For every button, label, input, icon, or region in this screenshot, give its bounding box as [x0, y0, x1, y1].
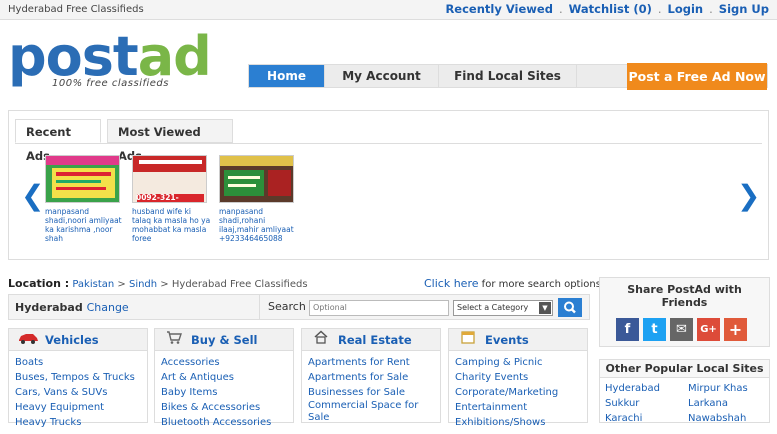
- chevron-down-icon: ▼: [539, 302, 551, 314]
- car-icon: [17, 329, 39, 351]
- share-more-icon[interactable]: +: [724, 318, 747, 341]
- category-vehicles: Vehicles Boats Buses, Tempos & Trucks Ca…: [8, 328, 148, 428]
- tab-recent-ads[interactable]: Recent Ads: [15, 119, 101, 163]
- category-real-estate: Real Estate Apartments for Rent Apartmen…: [301, 328, 441, 423]
- share-box: Share PostAd with Friends f t ✉ G+ +: [599, 277, 770, 347]
- calendar-icon: [457, 329, 479, 351]
- more-search-options: Click here for more search options.: [424, 277, 605, 290]
- logo-tagline: 100% free classifieds: [52, 78, 169, 89]
- list-item[interactable]: Apartments for Sale: [308, 370, 434, 385]
- list-item[interactable]: Businesses for Sale: [308, 385, 434, 400]
- ad-caption[interactable]: husband wife ki talaq ka masla ho ya moh…: [132, 207, 212, 243]
- email-icon[interactable]: ✉: [670, 318, 693, 341]
- nav-home[interactable]: Home: [249, 65, 325, 87]
- top-links: Recently Viewed. Watchlist (0). Login. Sign…: [445, 2, 769, 16]
- ads-carousel: Recent Ads Most Viewed Ads ❮ ❯ 0092-321-…: [8, 110, 769, 260]
- click-here-link[interactable]: Click here: [424, 277, 479, 290]
- category-title: Vehicles: [45, 333, 99, 347]
- category-select[interactable]: Select a Category ▼: [453, 300, 553, 316]
- local-site-link[interactable]: Sukkur: [605, 396, 660, 411]
- carousel-prev-icon[interactable]: ❮: [21, 179, 44, 212]
- recently-viewed-link[interactable]: Recently Viewed: [445, 2, 553, 16]
- share-title: Share PostAd with Friends: [627, 283, 742, 309]
- popular-title: Other Popular Local Sites: [600, 360, 769, 378]
- local-site-link[interactable]: Hyderabad: [605, 381, 660, 396]
- search-label: Search: [259, 295, 306, 319]
- nav-my-account[interactable]: My Account: [325, 65, 439, 87]
- list-item[interactable]: Art & Antiques: [161, 370, 287, 385]
- current-city: Hyderabad: [15, 301, 83, 314]
- post-free-ad-button[interactable]: Post a Free Ad Now: [627, 63, 767, 90]
- list-item[interactable]: Entertainment: [455, 400, 581, 415]
- tab-most-viewed-ads[interactable]: Most Viewed Ads: [107, 119, 233, 163]
- local-site-link[interactable]: Nawabshah: [688, 411, 748, 426]
- site-name: Hyderabad Free Classifieds: [8, 4, 144, 15]
- house-icon: [310, 329, 332, 351]
- top-bar: Hyderabad Free Classifieds Recently View…: [0, 0, 777, 20]
- nav-find-local-sites[interactable]: Find Local Sites: [439, 65, 577, 87]
- carousel-next-icon[interactable]: ❯: [737, 179, 760, 212]
- ad-caption[interactable]: manpasand shadi,noori amliyaat ka karish…: [45, 207, 125, 243]
- breadcrumb-current: Hyderabad Free Classifieds: [171, 279, 308, 290]
- list-item[interactable]: Charity Events: [455, 370, 581, 385]
- list-item[interactable]: Apartments for Rent: [308, 355, 434, 370]
- list-item[interactable]: Accessories: [161, 355, 287, 370]
- postad-logo[interactable]: postad 100% free classifieds: [8, 30, 212, 92]
- category-title: Events: [485, 333, 529, 347]
- list-item[interactable]: Bikes & Accessories: [161, 400, 287, 415]
- popular-local-sites: Other Popular Local Sites Hyderabad Sukk…: [599, 359, 770, 426]
- search-bar: Hyderabad Change Search Optional Select …: [8, 294, 590, 320]
- ad-thumbnail[interactable]: [219, 155, 294, 203]
- ad-thumbnail[interactable]: [45, 155, 120, 203]
- ad-thumbnail[interactable]: 0092-321-8672726: [132, 155, 207, 203]
- list-item[interactable]: Corporate/Marketing: [455, 385, 581, 400]
- facebook-icon[interactable]: f: [616, 318, 639, 341]
- list-item[interactable]: Boats: [15, 355, 141, 370]
- list-item[interactable]: Commercial Space for Sale: [308, 400, 434, 424]
- breadcrumb-pakistan[interactable]: Pakistan: [72, 279, 114, 290]
- ad-phone-text: 0092-321-8672726: [136, 193, 179, 202]
- search-icon: [564, 301, 576, 314]
- change-city-link[interactable]: Change: [87, 301, 129, 314]
- list-item[interactable]: Baby Items: [161, 385, 287, 400]
- breadcrumb-sindh[interactable]: Sindh: [129, 279, 157, 290]
- ad-caption[interactable]: manpasand shadi,rohani ilaaj,mahir amliy…: [219, 207, 299, 243]
- category-buy-sell: Buy & Sell Accessories Art & Antiques Ba…: [154, 328, 294, 428]
- category-title: Buy & Sell: [191, 333, 258, 347]
- local-site-link[interactable]: Larkana: [688, 396, 748, 411]
- local-site-link[interactable]: Mirpur Khas: [688, 381, 748, 396]
- login-link[interactable]: Login: [668, 2, 704, 16]
- google-plus-icon[interactable]: G+: [697, 318, 720, 341]
- signup-link[interactable]: Sign Up: [719, 2, 769, 16]
- search-button[interactable]: [558, 298, 582, 317]
- local-site-link[interactable]: Karachi: [605, 411, 660, 426]
- category-title: Real Estate: [338, 333, 412, 347]
- location-label: Location :: [8, 277, 70, 290]
- list-item[interactable]: Camping & Picnic: [455, 355, 581, 370]
- category-events: Events Camping & Picnic Charity Events C…: [448, 328, 588, 428]
- list-item[interactable]: Cars, Vans & SUVs: [15, 385, 141, 400]
- list-item[interactable]: Heavy Equipment: [15, 400, 141, 415]
- list-item[interactable]: Buses, Tempos & Trucks: [15, 370, 141, 385]
- watchlist-link[interactable]: Watchlist (0): [569, 2, 652, 16]
- cart-icon: [163, 329, 185, 351]
- twitter-icon[interactable]: t: [643, 318, 666, 341]
- search-input[interactable]: Optional: [309, 300, 449, 316]
- location-breadcrumb: Location : Pakistan > Sindh > Hyderabad …: [8, 277, 308, 290]
